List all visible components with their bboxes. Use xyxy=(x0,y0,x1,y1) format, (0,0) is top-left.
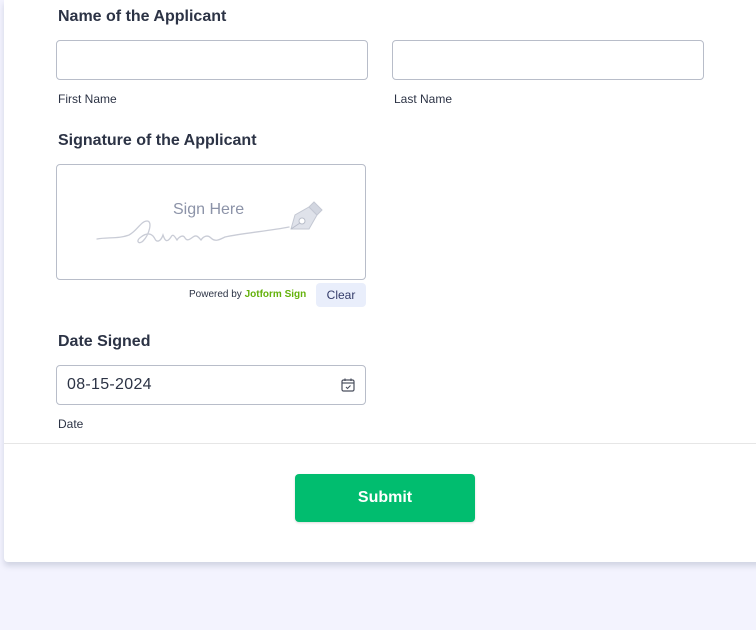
date-value: 08-15-2024 xyxy=(67,376,152,393)
date-field-label: Date Signed xyxy=(58,333,151,350)
calendar-icon[interactable] xyxy=(341,378,355,392)
powered-by-prefix: Powered by xyxy=(189,289,242,300)
date-input[interactable]: 08-15-2024 xyxy=(56,365,366,405)
signature-scribble-icon xyxy=(96,220,290,244)
date-sublabel: Date xyxy=(58,417,84,431)
last-name-sublabel: Last Name xyxy=(394,92,453,106)
first-name-sublabel: First Name xyxy=(58,92,117,106)
name-field-label: Name of the Applicant xyxy=(58,8,227,25)
form-card: Name of the Applicant First Name Last Na… xyxy=(4,0,756,562)
signature-pad[interactable]: Sign Here xyxy=(56,164,366,280)
section-divider xyxy=(4,443,756,444)
signature-field-label: Signature of the Applicant xyxy=(58,132,257,149)
clear-signature-button[interactable]: Clear xyxy=(316,283,366,307)
first-name-input[interactable] xyxy=(56,40,368,80)
submit-button[interactable]: Submit xyxy=(295,474,475,522)
powered-by-text: Powered by Jotform Sign xyxy=(189,289,306,300)
last-name-input[interactable] xyxy=(392,40,704,80)
pen-nib-icon xyxy=(290,201,323,230)
jotform-sign-link[interactable]: Jotform Sign xyxy=(245,289,307,300)
